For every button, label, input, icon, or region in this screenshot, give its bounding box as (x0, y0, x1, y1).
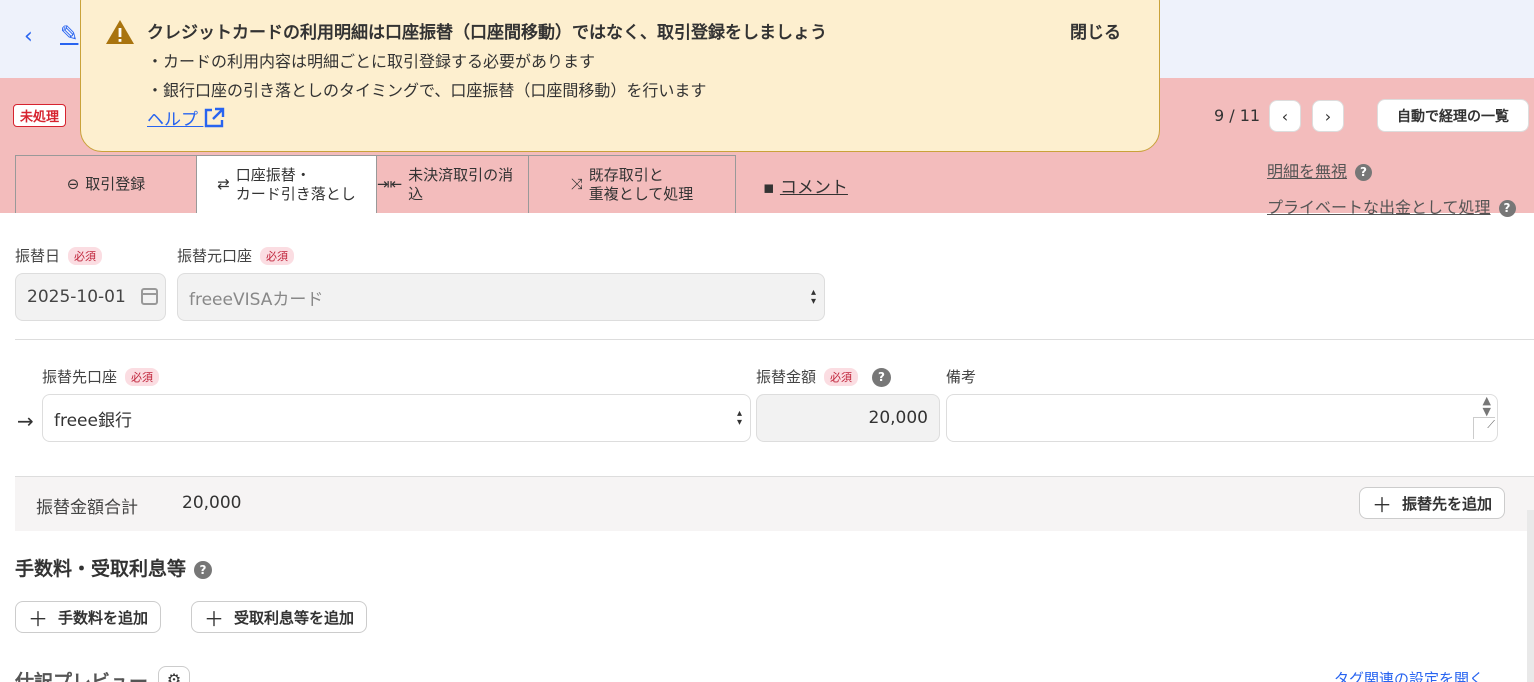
chevron-right-icon: › (1324, 106, 1332, 126)
merge-arrows-icon: ⇥⇤ (377, 175, 403, 194)
plus-icon: ＋ (28, 606, 48, 631)
private-expense-link[interactable]: プライベートな出金として処理? (1267, 194, 1516, 218)
transfer-arrows-icon: ⇄ (217, 175, 230, 194)
add-destination-button[interactable]: ＋ 振替先を追加 (1359, 487, 1506, 519)
chevron-left-icon[interactable]: ‹ (24, 24, 33, 49)
tab-label-line1: 口座振替・ (235, 165, 311, 184)
help-icon[interactable]: ? (872, 368, 892, 387)
tab-label-line2: 重複として処理 (588, 184, 694, 203)
toast-title: クレジットカードの利用明細は口座振替（口座間移動）ではなく、取引登録をしましょう (147, 23, 827, 43)
memo-label: 備考 (946, 368, 977, 386)
transfer-date-input[interactable]: 2025-10-01 (15, 273, 166, 321)
tab-register-transaction[interactable]: ⊖ 取引登録 (15, 155, 197, 213)
tab-label-line2: カード引き落とし (235, 184, 356, 203)
action-tabs: ⊖ 取引登録 ⇄ 口座振替・ カード引き落とし ⇥⇤ 未決済取引の消込 ⤨ 既存取… (15, 155, 736, 213)
status-badge: 未処理 (13, 104, 67, 127)
help-icon[interactable]: ? (1498, 200, 1516, 217)
toast-line: ・カードの利用内容は明細ごとに取引登録する必要があります (147, 52, 596, 71)
journal-preview-title: 仕訳プレビュー (15, 671, 149, 682)
memo-textarea[interactable]: ▲ ▼ ⟋ (946, 394, 1498, 442)
warning-icon (106, 20, 134, 44)
required-badge: 必須 (824, 368, 859, 386)
toast-line: ・銀行口座の引き落としのタイミングで、口座振替（口座間移動）を行います (147, 81, 707, 100)
select-caret-icon: ▴ ▾ (736, 408, 742, 428)
shuffle-icon: ⤨ (570, 175, 583, 194)
date-label: 振替日 必須 (15, 245, 103, 266)
fees-section-title: 手数料・受取利息等? (15, 554, 213, 581)
right-links: 明細を無視? プライベートな出金として処理? (1267, 158, 1516, 230)
spinner-icon[interactable]: ▲ ▼ (1483, 395, 1491, 417)
comment-icon: ▪ (763, 178, 775, 198)
help-link[interactable]: ヘルプ (147, 105, 225, 130)
chevron-left-icon: ‹ (1281, 106, 1289, 126)
prev-page-button[interactable]: ‹ (1269, 100, 1301, 132)
tab-label-line1: 既存取引と (588, 165, 664, 184)
gear-icon[interactable]: ⚙ (158, 666, 190, 682)
external-link-icon (205, 107, 225, 128)
required-badge: 必須 (260, 247, 295, 265)
plus-icon: ＋ (204, 606, 224, 631)
tag-settings-link[interactable]: タグ関連の設定を開く (1334, 668, 1484, 682)
required-badge: 必須 (68, 247, 103, 265)
amount-label: 振替金額 必須? (756, 366, 892, 387)
calendar-icon[interactable] (141, 288, 158, 305)
total-label: 振替金額合計 (36, 498, 138, 518)
auto-list-button[interactable]: 自動で経理の一覧 (1377, 99, 1529, 132)
arrow-right-icon: → (17, 409, 34, 433)
dest-account-select[interactable]: freee銀行 ▴ ▾ (42, 394, 751, 442)
total-value: 20,000 (182, 493, 242, 513)
edit-icon[interactable]: ✎ (60, 22, 78, 47)
ignore-statement-link[interactable]: 明細を無視? (1267, 158, 1516, 182)
scrollbar[interactable] (1527, 510, 1534, 682)
dest-account-label: 振替先口座 必須 (42, 366, 160, 387)
next-page-button[interactable]: › (1312, 100, 1344, 132)
pager-text: 9 / 11 (1214, 106, 1261, 125)
source-account-select[interactable]: freeeVISAカード ▴ ▾ (177, 273, 825, 321)
amount-input[interactable]: 20,000 (756, 394, 940, 442)
divider (15, 339, 1534, 340)
help-icon[interactable]: ? (1355, 164, 1373, 181)
tab-account-transfer[interactable]: ⇄ 口座振替・ カード引き落とし (196, 155, 377, 213)
minus-circle-icon: ⊖ (66, 175, 80, 194)
plus-icon: ＋ (1372, 492, 1392, 517)
add-fee-button[interactable]: ＋ 手数料を追加 (15, 601, 162, 633)
required-badge: 必須 (125, 368, 160, 386)
select-caret-icon: ▴ ▾ (810, 287, 816, 307)
tab-clear-unsettled[interactable]: ⇥⇤ 未決済取引の消込 (376, 155, 529, 213)
comment-link[interactable]: ▪ コメント (763, 173, 848, 198)
tab-duplicate[interactable]: ⤨ 既存取引と 重複として処理 (528, 155, 736, 213)
close-button[interactable]: 閉じる (1070, 18, 1121, 43)
resize-handle-icon[interactable]: ⟋ (1473, 417, 1495, 439)
transfer-total-bar: 振替金額合計 20,000 (15, 476, 1534, 531)
source-account-label: 振替元口座 必須 (177, 245, 295, 266)
add-interest-button[interactable]: ＋ 受取利息等を追加 (191, 601, 368, 633)
help-icon[interactable]: ? (194, 561, 213, 579)
warning-toast: クレジットカードの利用明細は口座振替（口座間移動）ではなく、取引登録をしましょう… (80, 0, 1160, 152)
